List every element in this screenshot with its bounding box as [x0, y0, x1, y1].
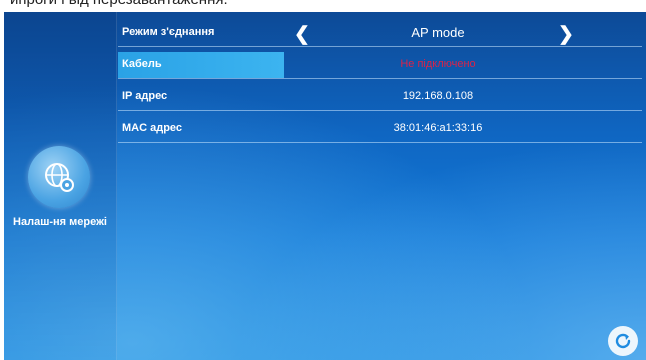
- connection-mode-value: AP mode: [411, 25, 465, 40]
- connection-mode-label: Режим з'єднання: [122, 26, 215, 38]
- refresh-icon: [615, 333, 631, 349]
- ip-row: IP адрес 192.168.0.108: [118, 84, 642, 111]
- ip-value: 192.168.0.108: [402, 90, 474, 102]
- cable-label: Кабель: [122, 58, 162, 70]
- network-settings-icon: [45, 163, 74, 192]
- network-settings-label[interactable]: Налаш-ня мережі: [4, 216, 116, 228]
- device-screen: Налаш-ня мережі Режим з'єднання ❮ AP mod…: [4, 12, 646, 360]
- mac-value: 38:01:46:a1:33:16: [393, 122, 483, 134]
- mac-row: MAC адрес 38:01:46:a1:33:16: [118, 116, 642, 143]
- ip-label: IP адрес: [122, 90, 168, 102]
- cable-row[interactable]: Кабель Не підключено: [118, 52, 642, 79]
- chevron-right-icon[interactable]: ❯: [558, 23, 574, 46]
- connection-mode-row: Режим з'єднання ❮ AP mode ❯: [118, 20, 642, 47]
- cable-status-value: Не підключено: [400, 58, 476, 70]
- top-caption-text: ипроги і від перезавантаження.: [10, 0, 228, 8]
- top-caption-strip: ипроги і від перезавантаження.: [0, 0, 646, 12]
- sidebar: Налаш-ня мережі: [4, 12, 117, 360]
- network-settings-button[interactable]: [28, 146, 90, 208]
- refresh-button[interactable]: [608, 326, 638, 356]
- mac-label: MAC адрес: [122, 122, 183, 134]
